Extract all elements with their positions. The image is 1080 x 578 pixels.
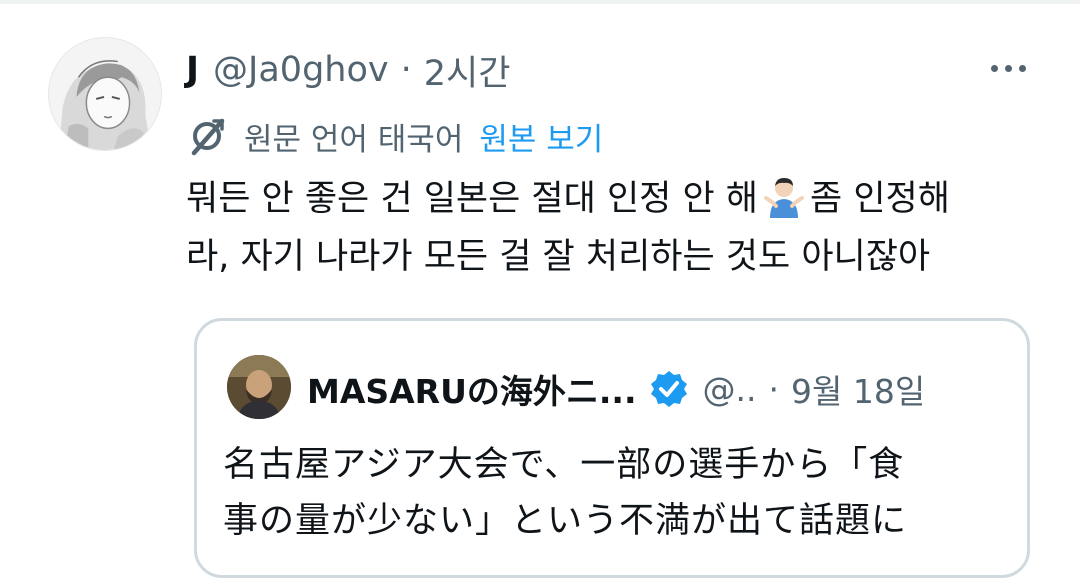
translation-row: 원문 언어 태국어 원본 보기: [186, 110, 603, 162]
quote-user-handle[interactable]: @..: [703, 370, 757, 409]
tweet-text-segment: 뭐든 안 좋은 건 일본은 절대 인정 안 해: [186, 179, 759, 219]
quote-avatar[interactable]: [227, 355, 291, 419]
separator-dot: ·: [400, 50, 412, 90]
quote-text: 名古屋アジア大会で、一部の選手から「食 事の量が少ない」という不満が出て話題に: [223, 437, 1003, 549]
quote-text-line-2: 事の量が少ない」という不満が出て話題に: [223, 501, 908, 541]
avatar[interactable]: [48, 37, 162, 151]
quote-avatar-image: [227, 355, 291, 419]
show-original-link[interactable]: 원본 보기: [479, 114, 603, 159]
more-options-button[interactable]: [982, 50, 1034, 86]
quote-timestamp[interactable]: 9월 18일: [791, 365, 925, 413]
avatar-image: [49, 38, 161, 150]
user-handle[interactable]: @Ja0ghov: [213, 50, 389, 90]
tweet-text-line-1: 뭐든 안 좋은 건 일본은 절대 인정 안 해 좀 인정해: [186, 170, 1046, 228]
display-name[interactable]: J: [186, 50, 199, 90]
translate-icon: [191, 118, 225, 156]
quote-display-name[interactable]: MASARUの海外ニ...: [307, 365, 637, 413]
translation-label: 원문 언어 태국어: [244, 121, 464, 158]
tweet-text: 뭐든 안 좋은 건 일본은 절대 인정 안 해 좀 인정해 라, 자기 나라가 …: [186, 170, 1046, 286]
tweet-text-segment: 좀 인정해: [810, 179, 950, 219]
quote-tweet-card[interactable]: MASARUの海外ニ... @.. · 9월 18일 名古屋アジア大会で、一部の…: [194, 318, 1030, 578]
verified-badge-icon: [650, 371, 687, 407]
tweet-text-line-2: 라, 자기 나라가 모든 걸 잘 처리하는 것도 아니잖아: [186, 237, 931, 277]
quote-header: MASARUの海外ニ... @.. · 9월 18일: [307, 361, 925, 417]
person-shrugging-emoji: [764, 178, 805, 218]
quote-text-line-1: 名古屋アジア大会で、一部の選手から「食: [223, 445, 905, 485]
quote-separator-dot: ·: [768, 369, 780, 409]
more-horizontal-icon: [990, 64, 998, 72]
tweet-header: J @Ja0ghov · 2시간: [186, 42, 510, 98]
timestamp[interactable]: 2시간: [424, 45, 511, 96]
top-divider: [0, 0, 1080, 4]
